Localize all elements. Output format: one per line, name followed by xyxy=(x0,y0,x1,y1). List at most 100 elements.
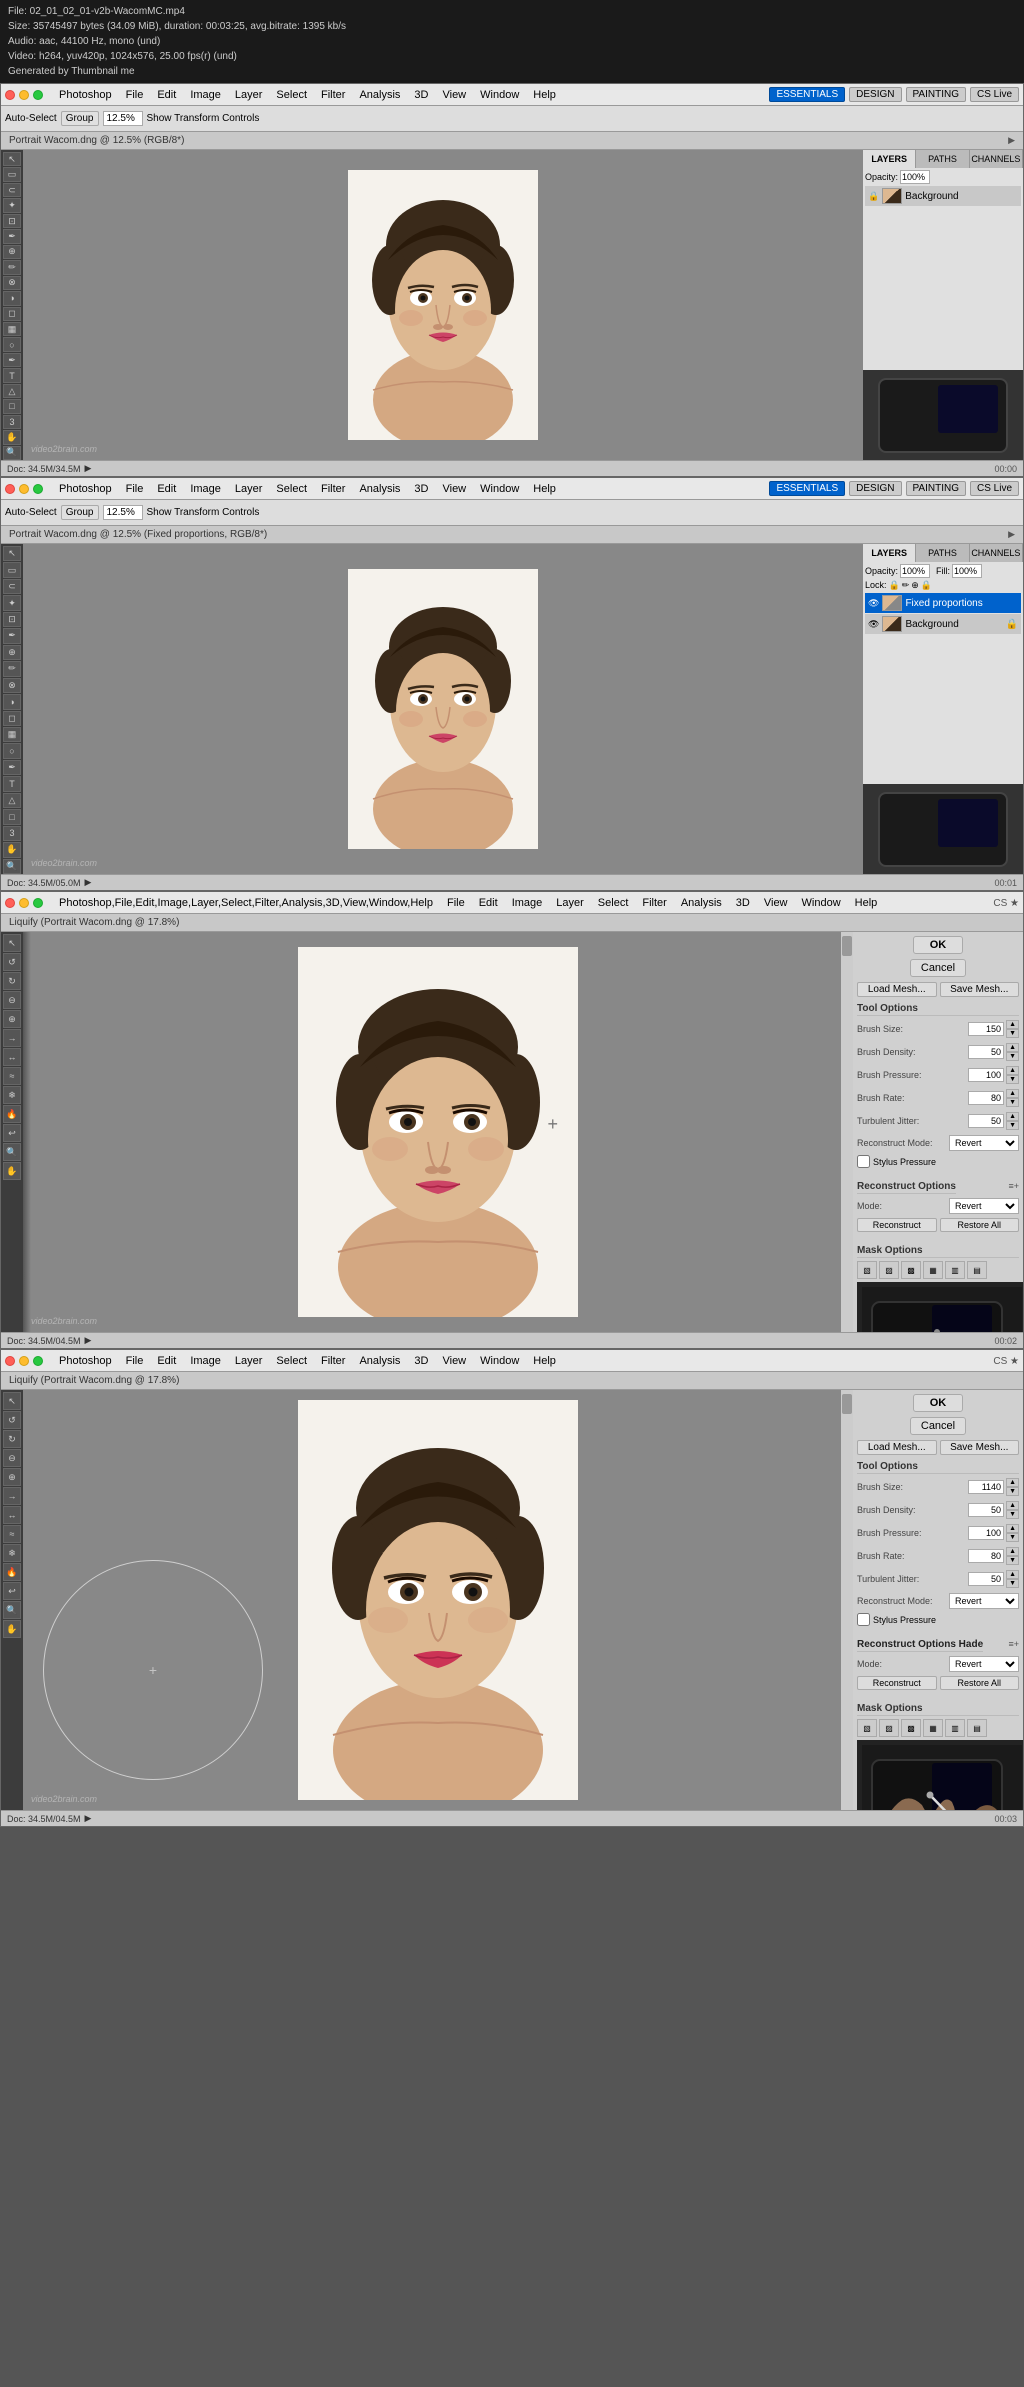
menu2-image[interactable]: Image xyxy=(184,481,227,497)
cancel-button-4[interactable]: Cancel xyxy=(910,1417,966,1435)
scroll-bar-v[interactable] xyxy=(841,932,853,1332)
menu2-3d[interactable]: 3D xyxy=(408,481,434,497)
tool-history[interactable]: ◑ xyxy=(3,291,21,305)
tool-pen[interactable]: ✒ xyxy=(3,353,21,367)
menu4-file[interactable]: File xyxy=(120,1353,150,1369)
stylus-checkbox-3[interactable] xyxy=(857,1155,870,1168)
maximize-button-4[interactable] xyxy=(33,1356,43,1366)
menu2-view[interactable]: View xyxy=(436,481,472,497)
tool-eraser[interactable]: ◻ xyxy=(3,307,21,321)
tab-paths-1[interactable]: PATHS xyxy=(916,150,969,168)
save-mesh-4[interactable]: Save Mesh... xyxy=(940,1440,1020,1455)
tool2-eyedrop[interactable]: ✒ xyxy=(3,628,21,643)
menu4-photoshop[interactable]: Photoshop xyxy=(53,1353,118,1369)
menu-photoshop[interactable]: Photoshop xyxy=(53,87,118,103)
menu3-filter[interactable]: Filter xyxy=(636,895,672,911)
mask-icon-1-4[interactable]: ▧ xyxy=(857,1719,877,1737)
brush-pressure-up-3[interactable]: ▲ xyxy=(1006,1066,1019,1075)
tool3-forward[interactable]: ↺ xyxy=(3,953,21,971)
tool2-brush[interactable]: ✏ xyxy=(3,661,21,676)
tool2-zoom[interactable]: 🔍 xyxy=(3,859,21,874)
opacity-input-2[interactable] xyxy=(900,564,930,578)
minimize-button-2[interactable] xyxy=(19,484,29,494)
brush-size-up-4[interactable]: ▲ xyxy=(1006,1478,1019,1487)
restore-all-btn-4[interactable]: Restore All xyxy=(940,1676,1020,1690)
tool2-clone[interactable]: ⊗ xyxy=(3,678,21,693)
menu3-select[interactable]: Select xyxy=(592,895,635,911)
brush-rate-up-3[interactable]: ▲ xyxy=(1006,1089,1019,1098)
menu2-edit[interactable]: Edit xyxy=(151,481,182,497)
brush-rate-down-3[interactable]: ▼ xyxy=(1006,1098,1019,1107)
menu4-help[interactable]: Help xyxy=(527,1353,562,1369)
tool3-bloat[interactable]: ⊕ xyxy=(3,1010,21,1028)
tool3-pucker[interactable]: ⊖ xyxy=(3,991,21,1009)
ws-cslive-1[interactable]: CS Live xyxy=(970,87,1019,102)
brush-density-down-4[interactable]: ▼ xyxy=(1006,1510,1019,1519)
tool4-thaw[interactable]: 🔥 xyxy=(3,1563,21,1581)
menu3-layer[interactable]: Layer xyxy=(550,895,590,911)
tool3-hand[interactable]: ✋ xyxy=(3,1162,21,1180)
maximize-button-1[interactable] xyxy=(33,90,43,100)
close-button-4[interactable] xyxy=(5,1356,15,1366)
menu-file[interactable]: File xyxy=(120,87,150,103)
group-btn[interactable]: Group xyxy=(61,111,99,126)
opacity-input-1[interactable] xyxy=(900,170,930,184)
menu2-window[interactable]: Window xyxy=(474,481,525,497)
maximize-button-2[interactable] xyxy=(33,484,43,494)
tab-layers-1[interactable]: LAYERS xyxy=(863,150,916,168)
scroll-bar-v-4[interactable] xyxy=(841,1390,853,1810)
turbulent-jitter-up-3[interactable]: ▲ xyxy=(1006,1112,1019,1121)
close-button-3[interactable] xyxy=(5,898,15,908)
close-button-1[interactable] xyxy=(5,90,15,100)
ok-button-3[interactable]: OK xyxy=(913,936,964,954)
close-button-2[interactable] xyxy=(5,484,15,494)
save-mesh-3[interactable]: Save Mesh... xyxy=(940,982,1020,997)
mask-icon-3-4[interactable]: ▩ xyxy=(901,1719,921,1737)
layer-background-1[interactable]: 🔒 Background xyxy=(865,186,1021,206)
brush-density-up-3[interactable]: ▲ xyxy=(1006,1043,1019,1052)
brush-size-down-4[interactable]: ▼ xyxy=(1006,1487,1019,1496)
tool4-move[interactable]: ↖ xyxy=(3,1392,21,1410)
menu3-3d[interactable]: 3D xyxy=(730,895,756,911)
tool-path[interactable]: △ xyxy=(3,384,21,398)
brush-rate-up-4[interactable]: ▲ xyxy=(1006,1547,1019,1556)
tool-hand[interactable]: ✋ xyxy=(3,430,21,444)
brush-density-up-4[interactable]: ▲ xyxy=(1006,1501,1019,1510)
tool4-forward[interactable]: ↺ xyxy=(3,1411,21,1429)
tool3-turbulence[interactable]: ≈ xyxy=(3,1067,21,1085)
mask-icon-6-4[interactable]: ▤ xyxy=(967,1719,987,1737)
tool-type[interactable]: T xyxy=(3,368,21,382)
brush-size-input-4[interactable]: 1140 xyxy=(968,1480,1004,1494)
menu-help[interactable]: Help xyxy=(527,87,562,103)
turbulent-jitter-up-4[interactable]: ▲ xyxy=(1006,1570,1019,1579)
reconstruct-mode-select-3[interactable]: Revert xyxy=(949,1135,1019,1151)
tool2-magic[interactable]: ✦ xyxy=(3,595,21,610)
tool2-heal[interactable]: ⊕ xyxy=(3,645,21,660)
zoom-input-1[interactable]: 12.5% xyxy=(103,111,143,126)
brush-density-input-3[interactable]: 50 xyxy=(968,1045,1004,1059)
brush-pressure-down-3[interactable]: ▼ xyxy=(1006,1075,1019,1084)
restore-all-btn-3[interactable]: Restore All xyxy=(940,1218,1020,1232)
ws2-design[interactable]: DESIGN xyxy=(849,481,901,496)
menu-window[interactable]: Window xyxy=(474,87,525,103)
tool4-freeze[interactable]: ❄ xyxy=(3,1544,21,1562)
tool-shape[interactable]: □ xyxy=(3,399,21,413)
tool-gradient[interactable]: ▦ xyxy=(3,322,21,336)
brush-density-down-3[interactable]: ▼ xyxy=(1006,1052,1019,1061)
mask-icon-6-3[interactable]: ▤ xyxy=(967,1261,987,1279)
ws2-cslive[interactable]: CS Live xyxy=(970,481,1019,496)
tool4-bloat[interactable]: ⊕ xyxy=(3,1468,21,1486)
menu3-help[interactable]: Help xyxy=(849,895,884,911)
menu3-file[interactable]: File xyxy=(441,895,471,911)
reconstruct-btn-4[interactable]: Reconstruct xyxy=(857,1676,937,1690)
maximize-button-3[interactable] xyxy=(33,898,43,908)
brush-size-up-3[interactable]: ▲ xyxy=(1006,1020,1019,1029)
tab-paths-2[interactable]: PATHS xyxy=(916,544,969,562)
zoom-input-2[interactable]: 12.5% xyxy=(103,505,143,520)
brush-rate-input-3[interactable]: 80 xyxy=(968,1091,1004,1105)
menu3-edit[interactable]: Edit xyxy=(473,895,504,911)
tool4-pucker[interactable]: ⊖ xyxy=(3,1449,21,1467)
brush-pressure-down-4[interactable]: ▼ xyxy=(1006,1533,1019,1542)
tool2-lasso[interactable]: ⊂ xyxy=(3,579,21,594)
menu-select[interactable]: Select xyxy=(270,87,313,103)
